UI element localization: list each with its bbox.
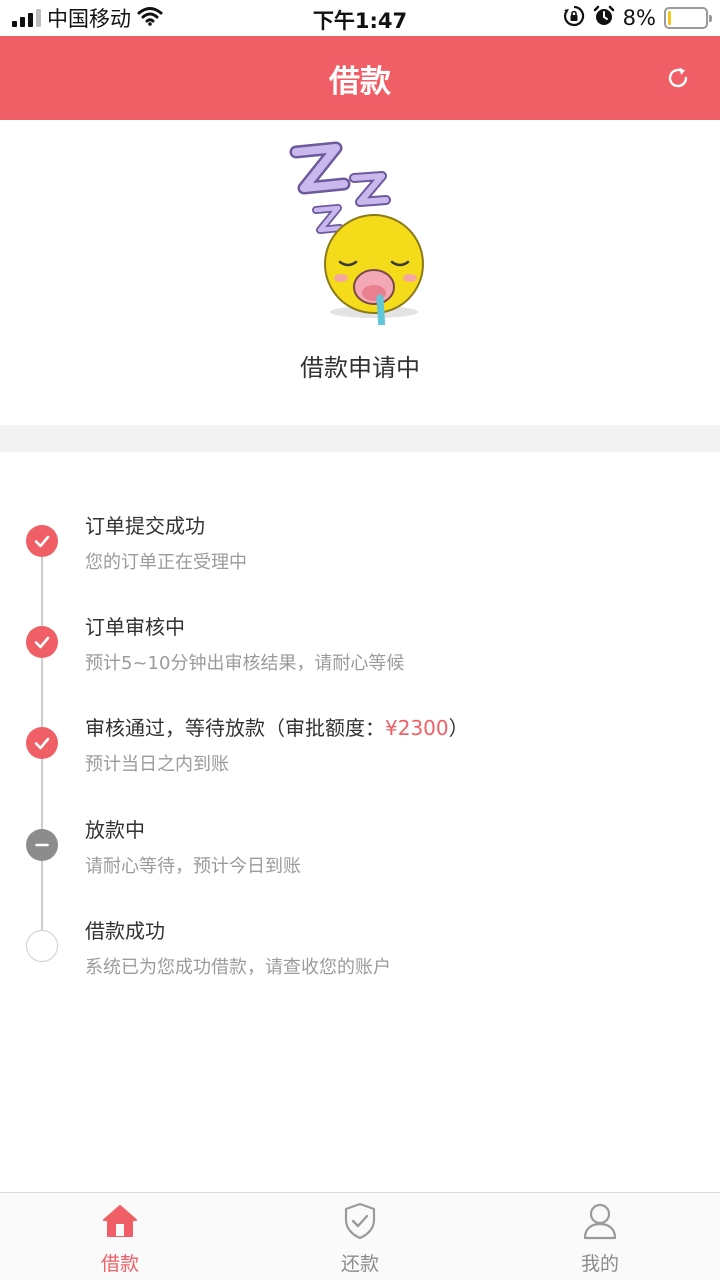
tab-label: 我的 xyxy=(580,1253,619,1275)
application-status-hero: 借款申请中 xyxy=(0,120,720,425)
tab-label: 还款 xyxy=(340,1253,379,1275)
application-status-text: 借款申请中 xyxy=(300,354,420,382)
step-title: 借款成功 xyxy=(85,919,165,943)
bottom-tab-bar: 借款 还款 我的 xyxy=(0,1192,720,1280)
sleeping-face-illustration xyxy=(289,141,424,325)
page-title: 借款 xyxy=(329,64,391,100)
step-description: 您的订单正在受理中 xyxy=(85,552,247,573)
refresh-button[interactable] xyxy=(658,58,698,98)
home-icon xyxy=(100,1201,140,1241)
battery-percent: 8% xyxy=(622,6,656,30)
shield-check-icon xyxy=(340,1201,380,1241)
step-description: 预计当日之内到账 xyxy=(85,754,229,775)
empty-circle-icon xyxy=(26,930,58,962)
step-title-suffix: ） xyxy=(448,716,469,740)
app-header: 借款 xyxy=(0,36,720,120)
step-title: 审核通过，等待放款（审批额度：¥2300） xyxy=(85,712,469,741)
tab-repay[interactable]: 还款 xyxy=(240,1193,480,1280)
battery-icon xyxy=(664,7,712,29)
timeline-step-disbursing: 放款中 请耐心等待，预计今日到账 xyxy=(0,814,720,914)
timeline-step-approved: 审核通过，等待放款（审批额度：¥2300） 预计当日之内到账 xyxy=(0,712,720,812)
tab-borrow[interactable]: 借款 xyxy=(0,1193,240,1280)
check-icon xyxy=(26,626,58,658)
step-description: 请耐心等待，预计今日到账 xyxy=(85,856,301,877)
status-bar: 中国移动 下午1:47 8% xyxy=(0,0,720,36)
section-divider xyxy=(0,425,720,452)
minus-icon xyxy=(26,829,58,861)
step-title: 订单审核中 xyxy=(85,615,185,639)
alarm-icon xyxy=(593,5,615,31)
step-title: 放款中 xyxy=(85,818,145,842)
battery-level xyxy=(668,11,671,25)
timeline-step-reviewing: 订单审核中 预计5~10分钟出审核结果，请耐心等候 xyxy=(0,611,720,711)
timeline-step-submitted: 订单提交成功 您的订单正在受理中 xyxy=(0,510,720,610)
progress-timeline: 订单提交成功 您的订单正在受理中 订单审核中 预计5~10分钟出审核结果，请耐心… xyxy=(0,452,720,1192)
status-right: 8% xyxy=(563,5,712,31)
step-description: 预计5~10分钟出审核结果，请耐心等候 xyxy=(85,653,405,674)
tab-label: 借款 xyxy=(100,1253,139,1275)
tab-me[interactable]: 我的 xyxy=(480,1193,720,1280)
step-description: 系统已为您成功借款，请查收您的账户 xyxy=(85,957,391,978)
user-icon xyxy=(580,1201,620,1241)
step-title: 订单提交成功 xyxy=(85,514,205,538)
refresh-icon xyxy=(668,67,688,88)
rotation-lock-icon xyxy=(563,5,585,31)
check-icon xyxy=(26,727,58,759)
step-title-prefix: 审核通过，等待放款（审批额度： xyxy=(85,716,385,740)
check-icon xyxy=(26,525,58,557)
approved-amount: ¥2300 xyxy=(385,716,449,740)
timeline-step-success: 借款成功 系统已为您成功借款，请查收您的账户 xyxy=(0,915,720,1015)
